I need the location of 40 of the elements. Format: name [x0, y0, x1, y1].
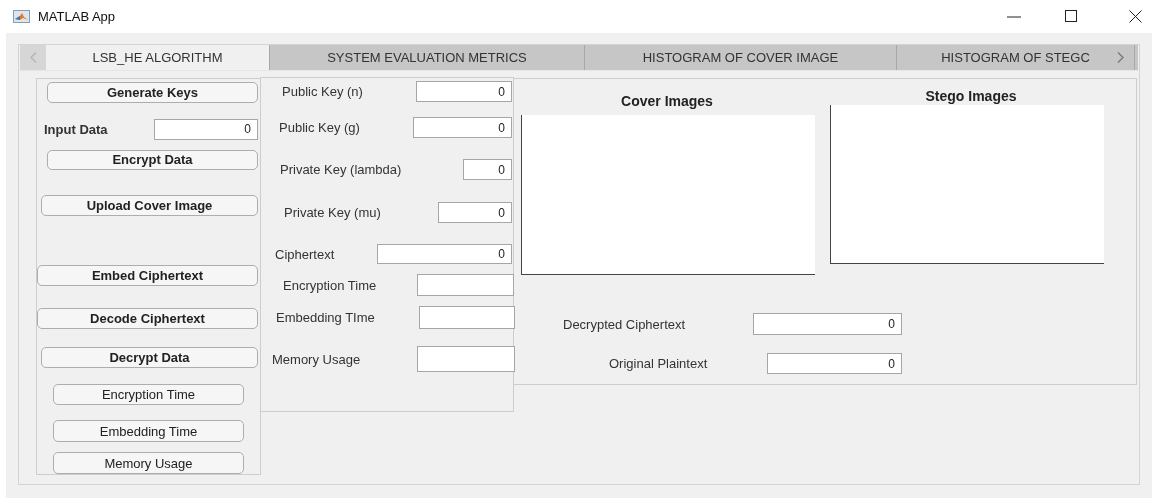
plot-title: Stego Images: [925, 88, 1017, 104]
maximize-icon[interactable]: [1065, 9, 1077, 22]
field-label: Encryption Time: [283, 277, 377, 293]
input-field[interactable]: 0: [154, 118, 258, 140]
tab[interactable]: LSB_HE ALGORITHM: [46, 45, 270, 70]
input-field[interactable]: [419, 306, 515, 329]
input-field[interactable]: 0: [767, 353, 902, 374]
action-button[interactable]: Generate Keys: [47, 82, 258, 103]
field-label: Original Plaintext: [609, 356, 708, 371]
action-button[interactable]: Embedding Time: [53, 420, 244, 443]
input-field[interactable]: [417, 346, 515, 372]
input-field[interactable]: 0: [413, 117, 512, 138]
field-label: Private Key (mu): [284, 205, 381, 220]
field-label: Private Key (lambda): [280, 162, 402, 177]
input-field[interactable]: 0: [377, 244, 512, 264]
field-label: Ciphertext: [275, 246, 335, 262]
action-button[interactable]: Encrypt Data: [47, 149, 258, 171]
field-label: Decrypted Ciphertext: [563, 316, 686, 332]
field-label: Embedding TIme: [276, 310, 375, 325]
action-button[interactable]: Upload Cover Image: [41, 195, 258, 217]
action-button[interactable]: Encryption Time: [53, 383, 244, 406]
field-label: Public Key (g): [279, 120, 360, 135]
plot-title: Cover Images: [621, 93, 713, 109]
action-button[interactable]: Decode Ciphertext: [37, 308, 258, 329]
input-field[interactable]: 0: [753, 313, 902, 335]
action-button[interactable]: Embed Ciphertext: [37, 265, 258, 286]
action-button[interactable]: Memory Usage: [53, 452, 244, 474]
action-button[interactable]: Decrypt Data: [41, 346, 258, 368]
field-label: Public Key (n): [282, 84, 363, 99]
field-label: Memory Usage: [272, 351, 361, 367]
input-field[interactable]: [417, 274, 514, 296]
close-icon[interactable]: [1129, 9, 1142, 23]
input-field[interactable]: 0: [416, 81, 512, 102]
input-field[interactable]: 0: [438, 202, 512, 223]
field-label: Input Data: [44, 121, 108, 137]
chevron-left-icon[interactable]: [29, 52, 37, 63]
chevron-right-icon[interactable]: [1117, 52, 1124, 63]
app-icon: [13, 10, 30, 23]
window-title: MATLAB App: [38, 9, 116, 24]
input-field[interactable]: 0: [463, 159, 512, 180]
